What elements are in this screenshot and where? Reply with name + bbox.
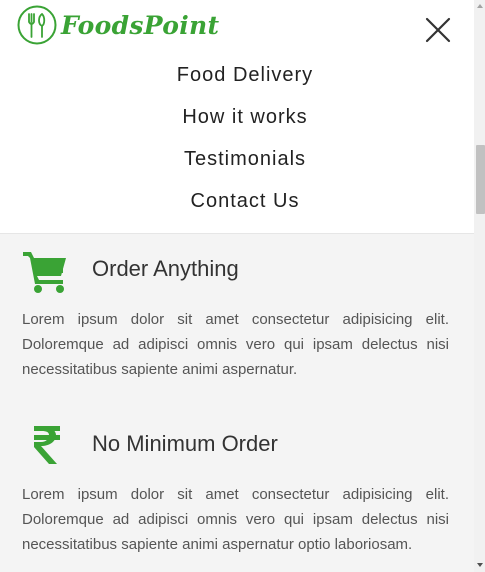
scroll-up-arrow-icon[interactable] <box>477 4 483 8</box>
nav-item-testimonials[interactable]: Testimonials <box>0 138 474 180</box>
nav-item-how-it-works[interactable]: How it works <box>0 96 474 138</box>
main-navigation: Food Delivery How it works Testimonials … <box>0 54 474 222</box>
feature-description: Lorem ipsum dolor sit amet consectetur a… <box>22 311 449 378</box>
cart-icon <box>22 248 68 299</box>
fork-knife-logo-icon <box>17 5 57 45</box>
scrollbar-thumb[interactable] <box>476 145 485 214</box>
brand-logo[interactable]: FoodsPoint <box>17 5 219 45</box>
page-viewport: Order Anything Lorem ipsum dolor sit ame… <box>0 0 474 572</box>
rupee-icon <box>32 425 62 470</box>
feature-description: Lorem ipsum dolor sit amet consectetur a… <box>22 486 449 553</box>
scroll-down-arrow-icon[interactable] <box>477 563 483 567</box>
nav-item-food-delivery[interactable]: Food Delivery <box>0 54 474 96</box>
feature-title: No Minimum Order <box>92 431 278 456</box>
close-icon <box>425 17 451 43</box>
brand-name: FoodsPoint <box>61 10 220 40</box>
page-scrollbar[interactable] <box>474 0 485 572</box>
feature-title: Order Anything <box>92 256 239 281</box>
close-menu-button[interactable] <box>424 16 452 44</box>
mobile-menu-overlay: FoodsPoint Food Delivery How it works Te… <box>0 0 474 234</box>
nav-item-contact-us[interactable]: Contact Us <box>0 180 474 222</box>
